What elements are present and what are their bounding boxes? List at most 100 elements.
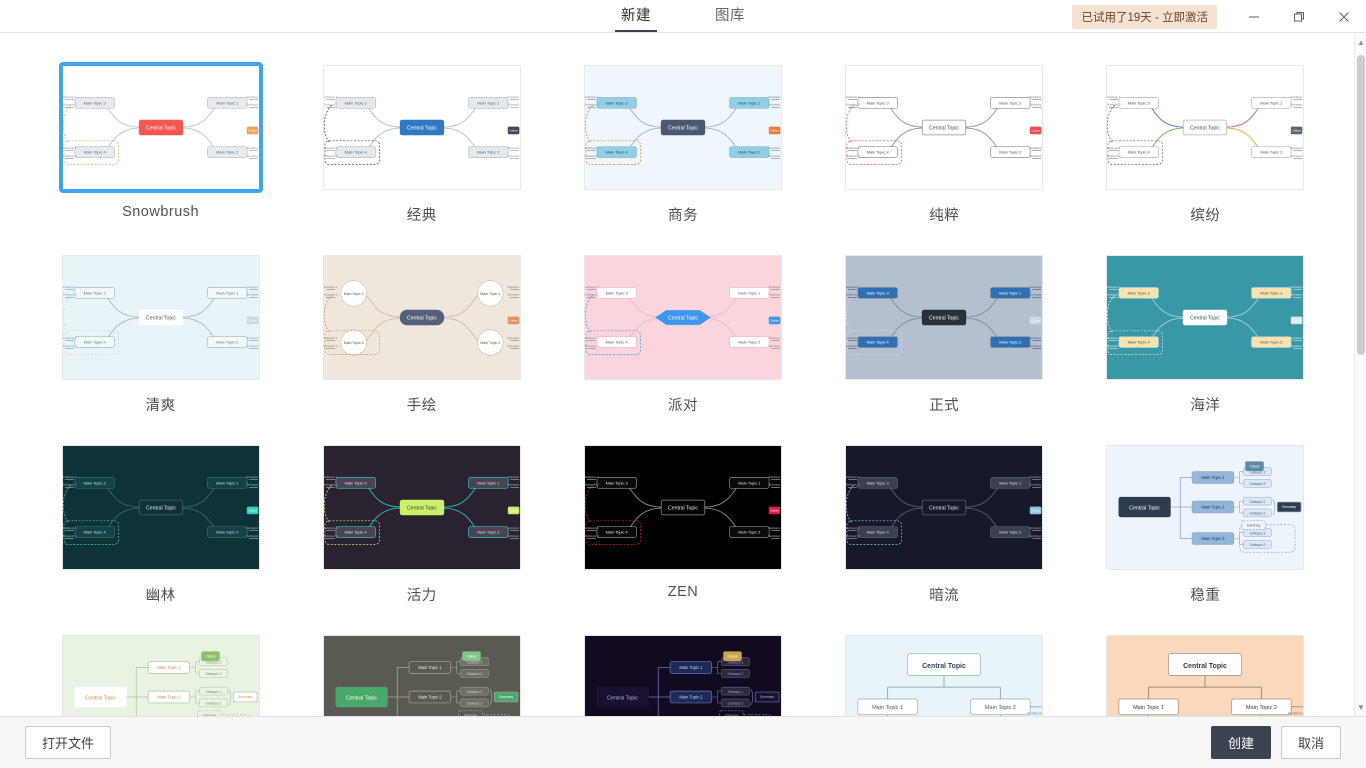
svg-text:Subtopic 1: Subtopic 1 [324,95,338,99]
svg-text:Central Topic: Central Topic [1129,505,1160,511]
svg-text:Subtopic 2: Subtopic 2 [1291,293,1304,297]
svg-text:Main Topic 1: Main Topic 1 [418,665,442,670]
template-card[interactable]: Main Topic 1 Main Topic 2 Main Topic 3 Main… [814,445,1075,635]
template-card[interactable]: Main Topic 1 Main Topic 2 Main Topic 3 Main… [30,445,291,635]
svg-text:Main Topic 4: Main Topic 4 [83,340,106,345]
cancel-button[interactable]: 取消 [1280,726,1341,759]
svg-text:Subtopic 1: Subtopic 1 [507,526,520,530]
svg-text:Main Topic 4: Main Topic 4 [344,150,367,155]
footer-bar: 打开文件 创建 取消 [0,716,1366,768]
template-card[interactable]: Main Topic 1 Main Topic 2 Main Topic 3 Main… [1075,65,1336,255]
tab-bar: 新建 图库 [615,4,751,32]
svg-text:Main Topic 3: Main Topic 3 [344,480,367,485]
template-card[interactable]: Main Topic 1 Main Topic 2 Main Topic 3 Main… [552,65,813,255]
svg-text:Main Topic 2: Main Topic 2 [216,530,238,535]
tab-new[interactable]: 新建 [615,4,657,32]
svg-text:Main Topic 1: Main Topic 1 [157,665,181,670]
svg-text:Subtopic 1: Subtopic 1 [246,95,259,99]
template-card[interactable]: Main Topic 1 Subtopic 1 Subtopic 2 Main Top… [552,635,813,716]
template-thumbnail[interactable]: Main Topic 1 Main Topic 2 Main Topic 3 Main… [322,445,521,570]
template-thumbnail[interactable]: Main Topic 1 Main Topic 2 Main Topic 3 Main… [583,255,782,380]
template-thumbnail[interactable]: Main Topic 1 Main Topic 2 Main Topic 3 Main… [61,445,260,570]
template-thumbnail[interactable]: Main Topic 1 Subtopic 1 Subtopic 2 Main Top… [322,635,521,716]
template-card[interactable]: Central Topic Main Topic 1 Main Topic 2 Rel… [814,635,1075,716]
svg-text:Subtopic 1: Subtopic 1 [585,146,599,150]
svg-text:Subtopic 1: Subtopic 1 [246,285,259,289]
template-thumbnail[interactable]: Main Topic 1 Main Topic 2 Main Topic 3 Main… [845,65,1044,190]
svg-text:Main Topic 3: Main Topic 3 [606,290,629,295]
tab-gallery[interactable]: 图库 [709,4,751,32]
svg-text:Subtopic 2: Subtopic 2 [768,344,781,348]
svg-text:Subtopic 2: Subtopic 2 [507,103,520,107]
svg-text:Main Topic 3: Main Topic 3 [1202,536,1226,541]
close-button[interactable] [1321,0,1366,33]
template-card[interactable]: Main Topic 1 Subtopic 1 Subtopic 2 Main Top… [291,635,552,716]
svg-text:Subtopic 1: Subtopic 1 [507,146,520,150]
open-file-button[interactable]: 打开文件 [25,726,112,759]
template-thumbnail[interactable]: Main Topic 1 Main Topic 2 Main Topic 3 Main… [322,65,521,190]
template-thumbnail[interactable]: Main Topic 1 Main Topic 2 Main Topic 3 Main… [61,255,260,380]
svg-text:Subtopic 1: Subtopic 1 [1030,146,1043,150]
svg-text:Subtopic 1: Subtopic 1 [1291,285,1304,289]
svg-text:Subtopic 1: Subtopic 1 [1107,285,1121,289]
svg-text:Main Topic 3: Main Topic 3 [83,100,106,105]
template-thumbnail[interactable]: Central Topic Main Topic 1 Main Topic 2 Rel… [1106,635,1305,716]
template-thumbnail[interactable]: Main Topic 1 Main Topic 2 Main Topic 3 Main… [845,255,1044,380]
svg-text:Main Topic 1: Main Topic 1 [1261,100,1283,105]
svg-text:Subtopic 1: Subtopic 1 [585,285,599,289]
template-thumbnail[interactable]: Main Topic 1 Main Topic 2 Main Topic 3 Main… [583,65,782,190]
template-card[interactable]: Main Topic 1 Main Topic 2 Main Topic 3 Main… [814,255,1075,445]
svg-text:Main Topic 2: Main Topic 2 [418,695,442,700]
template-card[interactable]: Main Topic 1 Main Topic 2 Main Topic 3 Main… [552,255,813,445]
template-card[interactable]: Main Topic 1 Subtopic 1 Subtopic 2 Main Top… [1075,445,1336,635]
vertical-scrollbar[interactable]: ▲ ▼ [1354,33,1366,716]
template-thumbnail[interactable]: Main Topic 1 Main Topic 2 Main Topic 3 Main… [1106,255,1305,380]
svg-text:Main Topic 1: Main Topic 1 [872,705,903,711]
svg-text:Callout: Callout [1250,464,1260,468]
template-card[interactable]: Central Topic Main Topic 1 Main Topic 2 Rel… [1075,635,1336,716]
trial-activate-badge[interactable]: 已试用了19天 - 立即激活 [1072,4,1217,29]
template-card[interactable]: Main Topic 1 Main Topic 2 Main Topic 3 Main… [30,255,291,445]
svg-text:Main Topic 1: Main Topic 1 [738,290,760,295]
svg-text:Callout: Callout [509,129,518,133]
template-thumbnail[interactable]: Main Topic 1 Main Topic 2 Main Topic 3 Main… [322,255,521,380]
template-card[interactable]: Main Topic 1 Main Topic 2 Main Topic 3 Main… [291,445,552,635]
create-button[interactable]: 创建 [1210,726,1271,759]
scroll-down-arrow[interactable]: ▼ [1355,700,1366,714]
svg-text:Subtopic 1: Subtopic 1 [63,336,77,340]
svg-text:Subtopic 2: Subtopic 2 [63,534,77,538]
svg-text:Main Topic 4: Main Topic 4 [1128,340,1151,345]
minimize-button[interactable] [1231,0,1276,33]
scrollbar-thumb[interactable] [1357,55,1365,355]
template-thumbnail[interactable]: Main Topic 1 Main Topic 2 Main Topic 3 Main… [58,62,263,193]
svg-text:Callout: Callout [770,319,779,323]
svg-text:Main Topic 4: Main Topic 4 [344,530,367,535]
svg-text:Subtopic 2: Subtopic 2 [1107,154,1121,158]
template-card[interactable]: Main Topic 1 Main Topic 2 Main Topic 3 Main… [552,445,813,635]
template-thumbnail[interactable]: Central Topic Main Topic 1 Main Topic 2 Rel… [845,635,1044,716]
template-card[interactable]: Main Topic 1 Main Topic 2 Main Topic 3 Main… [30,62,291,255]
template-card[interactable]: Main Topic 1 Main Topic 2 Main Topic 3 Main… [291,65,552,255]
template-thumbnail[interactable]: Main Topic 1 Main Topic 2 Main Topic 3 Main… [845,445,1044,570]
template-card[interactable]: Main Topic 1 Subtopic 1 Subtopic 2 Main Top… [30,635,291,716]
svg-text:Subtopic 2: Subtopic 2 [768,103,781,107]
maximize-button[interactable] [1276,0,1321,33]
template-card[interactable]: Main Topic 1 Main Topic 2 Main Topic 3 Main… [1075,255,1336,445]
svg-text:Subtopic 1: Subtopic 1 [585,95,599,99]
svg-text:Main Topic 2: Main Topic 2 [738,530,760,535]
svg-text:Summary: Summary [1247,523,1261,527]
scroll-up-arrow[interactable]: ▲ [1355,35,1366,49]
template-thumbnail[interactable]: Main Topic 1 Main Topic 2 Main Topic 3 Main… [583,445,782,570]
svg-text:Subtopic 2: Subtopic 2 [1291,344,1304,348]
template-card[interactable]: Main Topic 1 Main Topic 2 Main Topic 3 Main… [814,65,1075,255]
svg-text:Central Topic: Central Topic [146,315,176,321]
template-thumbnail[interactable]: Main Topic 1 Subtopic 1 Subtopic 2 Main Top… [61,635,260,716]
svg-text:Subtopic 1: Subtopic 1 [246,475,259,479]
svg-text:Central Topic: Central Topic [1190,125,1220,131]
template-card[interactable]: Main Topic 1 Main Topic 2 Main Topic 3 Main… [291,255,552,445]
template-thumbnail[interactable]: Main Topic 1 Subtopic 1 Subtopic 2 Main Top… [583,635,782,716]
template-thumbnail[interactable]: Main Topic 1 Subtopic 1 Subtopic 2 Main Top… [1106,445,1305,570]
svg-text:Subtopic 1: Subtopic 1 [585,336,599,340]
template-thumbnail[interactable]: Main Topic 1 Main Topic 2 Main Topic 3 Main… [1106,65,1305,190]
svg-text:Summary: Summary [725,713,739,716]
